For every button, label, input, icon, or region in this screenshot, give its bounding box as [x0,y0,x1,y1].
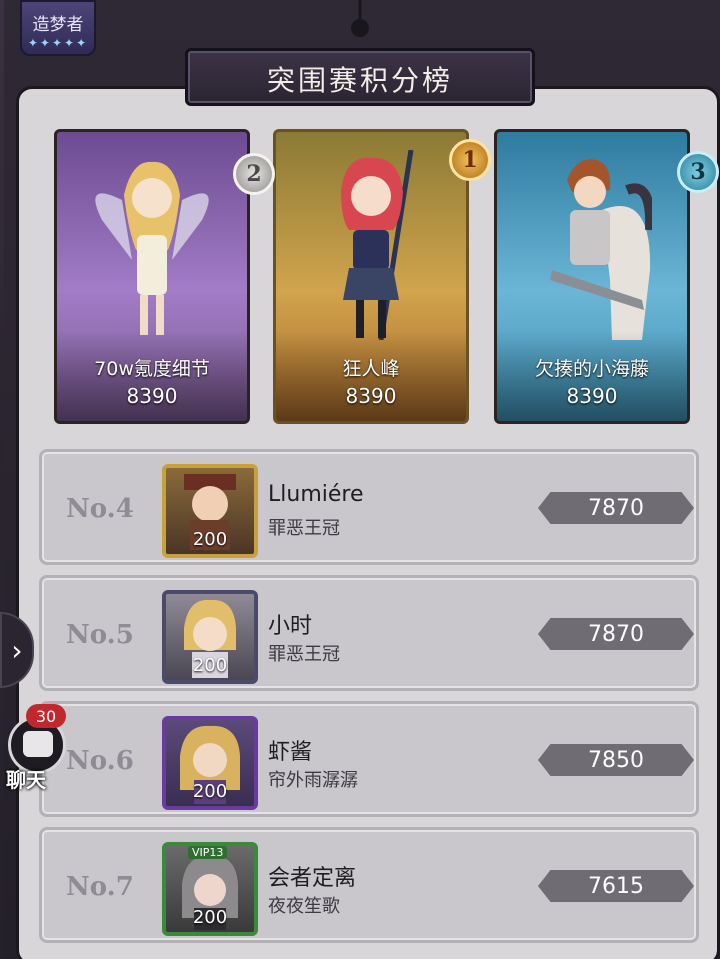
title-banner: 突围赛积分榜 [185,48,535,106]
podium-score: 8390 [345,384,397,408]
ranking-row[interactable]: No.4 200 Llumiére 罪恶王冠 7870 [39,449,699,565]
rank-label: No.5 [66,620,134,650]
vip-badge: VIP13 [188,846,228,859]
podium-score: 8390 [126,384,178,408]
player-name: 小时 [268,614,313,639]
moon-ornament-icon [351,0,369,37]
dreamer-badge[interactable]: 造梦者 ✦✦✦✦✦ [20,0,96,56]
podium-name: 70w氪度细节 [94,358,210,380]
dreamer-stars: ✦✦✦✦✦ [27,36,89,50]
score-pill: 7870 [538,492,694,524]
avatar-level: 200 [192,907,228,928]
avatar[interactable]: 200 [162,464,258,558]
bronze-medal-icon: 3 [677,151,719,193]
avatar-level: 200 [192,529,228,550]
chat-bubble-icon [23,731,53,757]
avatar[interactable]: VIP13 200 [162,842,258,936]
avatar-level: 200 [192,655,228,676]
podium: 70w氪度细节 8390 狂人峰 8390 欠揍的小海藤 8390 2 1 3 [39,119,719,459]
rank-label: No.7 [66,872,134,902]
chat-label[interactable]: 聊天 [6,764,46,793]
player-name: 虾酱 [268,740,313,765]
podium-card-first[interactable]: 狂人峰 8390 [273,129,469,424]
character-portrait-winged [95,161,209,335]
rank-label: No.4 [66,494,134,524]
player-title: 夜夜笙歌 [268,896,340,917]
player-title: 罪恶王冠 [268,518,340,539]
ranking-row[interactable]: No.5 200 小时 罪恶王冠 7870 [39,575,699,691]
character-portrait-knight [550,159,652,340]
dreamer-badge-label: 造梦者 [32,15,84,35]
avatar-level: 200 [192,781,228,802]
avatar[interactable]: 200 [162,716,258,810]
player-name: Llumiére [268,482,364,507]
podium-card-second[interactable]: 70w氪度细节 8390 [54,129,250,424]
ranking-row[interactable]: No.6 200 虾酱 帘外雨潺潺 7850 [39,701,699,817]
page-title: 突围赛积分榜 [266,64,453,97]
character-portrait-sailor [341,150,414,340]
gold-medal-icon: 1 [449,139,491,181]
player-title: 罪恶王冠 [268,644,340,665]
leaderboard-panel: 70w氪度细节 8390 狂人峰 8390 欠揍的小海藤 8390 2 1 3 … [16,86,720,959]
rank-label: No.6 [66,746,134,776]
avatar[interactable]: 200 [162,590,258,684]
chat-unread-badge: 30 [26,704,66,728]
podium-name: 欠揍的小海藤 [534,358,649,380]
ranking-row[interactable]: No.7 VIP13 200 会者定离 夜夜笙歌 7615 [39,827,699,943]
silver-medal-icon: 2 [233,153,275,195]
score-pill: 7870 [538,618,694,650]
player-title: 帘外雨潺潺 [268,770,358,791]
podium-card-third[interactable]: 欠揍的小海藤 8390 [494,129,690,424]
podium-score: 8390 [566,384,618,408]
player-name: 会者定离 [268,866,357,891]
score-pill: 7850 [538,744,694,776]
score-pill: 7615 [538,870,694,902]
podium-name: 狂人峰 [342,358,400,380]
